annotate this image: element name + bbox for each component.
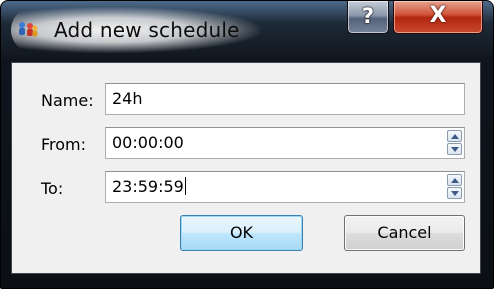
help-icon: ? <box>361 4 375 28</box>
spin-down-icon <box>451 147 459 152</box>
to-value: 23:59:59 <box>112 177 184 196</box>
to-spin-up-button[interactable] <box>447 174 462 186</box>
spin-up-icon <box>451 178 459 183</box>
to-spinner <box>447 174 462 200</box>
spin-up-icon <box>451 134 459 139</box>
to-label: To: <box>41 179 64 198</box>
from-spin-up-button[interactable] <box>447 130 462 142</box>
close-button[interactable]: X <box>393 1 483 34</box>
name-value: 24h <box>112 89 143 108</box>
ok-button[interactable]: OK <box>180 215 303 251</box>
from-label: From: <box>41 135 87 154</box>
cancel-button[interactable]: Cancel <box>344 215 465 251</box>
help-button[interactable]: ? <box>347 1 389 34</box>
from-time-field[interactable]: 00:00:00 <box>105 127 465 159</box>
from-value: 00:00:00 <box>112 133 184 152</box>
text-caret <box>184 177 186 195</box>
to-value-wrap: 23:59:59 <box>112 177 186 196</box>
from-spinner <box>447 130 462 156</box>
window-title: Add new schedule <box>54 18 240 42</box>
to-spin-down-button[interactable] <box>447 187 462 199</box>
app-icon <box>19 22 38 37</box>
dialog-window: Add new schedule ? X Name: 24h From: 00:… <box>0 0 494 289</box>
dialog-body: Name: 24h From: 00:00:00 To: 23:59:59 OK… <box>11 62 481 274</box>
close-icon: X <box>429 3 447 28</box>
from-spin-down-button[interactable] <box>447 143 462 155</box>
name-field[interactable]: 24h <box>105 83 465 115</box>
to-time-field[interactable]: 23:59:59 <box>105 171 465 203</box>
name-label: Name: <box>41 91 94 110</box>
spin-down-icon <box>451 191 459 196</box>
